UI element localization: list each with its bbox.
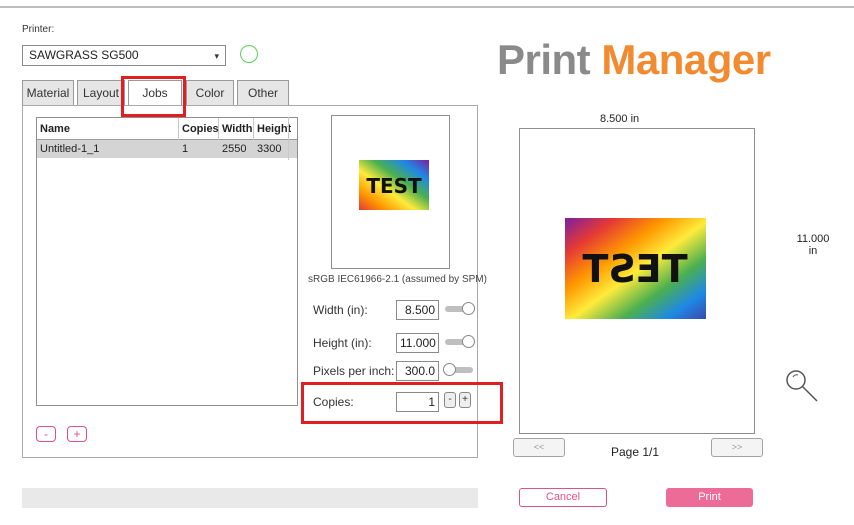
jobs-tab-highlight bbox=[121, 76, 186, 117]
height-input[interactable]: 11.000 bbox=[396, 333, 439, 353]
tab-other[interactable]: Other bbox=[237, 80, 289, 105]
copies-highlight bbox=[301, 382, 503, 424]
jobs-table: Name Copies Width Height Untitled-1_1 1 … bbox=[36, 117, 298, 406]
add-job-button[interactable]: + bbox=[67, 426, 87, 442]
magnifier-icon[interactable] bbox=[784, 368, 820, 404]
logo-text-print: Print bbox=[497, 36, 591, 83]
cell-name: Untitled-1_1 bbox=[40, 143, 100, 155]
tab-layout[interactable]: Layout bbox=[77, 80, 125, 105]
page-height-dimension: 11.000 in bbox=[790, 233, 836, 257]
table-row[interactable]: Untitled-1_1 1 2550 3300 bbox=[37, 140, 297, 158]
height-label: Height (in): bbox=[313, 336, 372, 350]
printer-label: Printer: bbox=[22, 24, 55, 35]
print-button[interactable]: Print bbox=[666, 488, 753, 507]
column-header-width[interactable]: Width bbox=[219, 118, 254, 140]
cell-width: 2550 bbox=[222, 143, 247, 155]
thumbnail-text: TEST bbox=[366, 174, 422, 198]
height-toggle[interactable] bbox=[445, 335, 475, 348]
column-header-copies[interactable]: Copies bbox=[179, 118, 219, 140]
next-page-button[interactable]: >> bbox=[711, 438, 763, 457]
image-thumbnail: TEST bbox=[331, 115, 450, 269]
page-indicator: Page 1/1 bbox=[611, 445, 660, 459]
tab-material[interactable]: Material bbox=[22, 80, 74, 105]
page-preview: TEST bbox=[519, 128, 755, 434]
logo-text-manager: Manager bbox=[601, 36, 771, 83]
width-input[interactable]: 8.500 bbox=[396, 300, 439, 320]
column-header-name[interactable]: Name bbox=[37, 118, 179, 140]
print-manager-logo: Print Manager bbox=[497, 36, 771, 84]
cell-copies: 1 bbox=[182, 143, 189, 155]
page-width-dimension: 8.500 in bbox=[600, 113, 640, 125]
preview-mirrored-text: TEST bbox=[582, 247, 687, 291]
printer-select-value: SAWGRASS SG500 bbox=[29, 48, 139, 62]
width-label: Width (in): bbox=[313, 303, 368, 317]
ppi-input[interactable]: 300.0 bbox=[396, 361, 439, 381]
printer-select[interactable]: SAWGRASS SG500 ▾ bbox=[22, 45, 226, 66]
remove-job-button[interactable]: - bbox=[36, 426, 56, 442]
page-height-unit: in bbox=[808, 245, 818, 257]
top-divider bbox=[0, 6, 854, 8]
color-profile-label: sRGB IEC61966-2.1 (assumed by SPM) bbox=[308, 274, 487, 285]
progress-bar bbox=[22, 488, 478, 508]
table-divider bbox=[288, 117, 289, 160]
column-header-height[interactable]: Height bbox=[254, 118, 291, 140]
chevron-down-icon: ▾ bbox=[214, 51, 219, 61]
thumbnail-image: TEST bbox=[359, 160, 429, 210]
page-preview-image: TEST bbox=[565, 218, 706, 319]
ppi-toggle[interactable] bbox=[443, 363, 473, 376]
tab-color[interactable]: Color bbox=[186, 80, 234, 105]
width-toggle[interactable] bbox=[445, 302, 475, 315]
printer-status-icon bbox=[240, 45, 258, 63]
cancel-button[interactable]: Cancel bbox=[519, 488, 607, 507]
page-height-value: 11.000 bbox=[796, 233, 830, 245]
previous-page-button[interactable]: << bbox=[513, 438, 565, 457]
jobs-table-header: Name Copies Width Height bbox=[37, 118, 297, 140]
cell-height: 3300 bbox=[257, 143, 282, 155]
ppi-label: Pixels per inch: bbox=[313, 364, 395, 378]
